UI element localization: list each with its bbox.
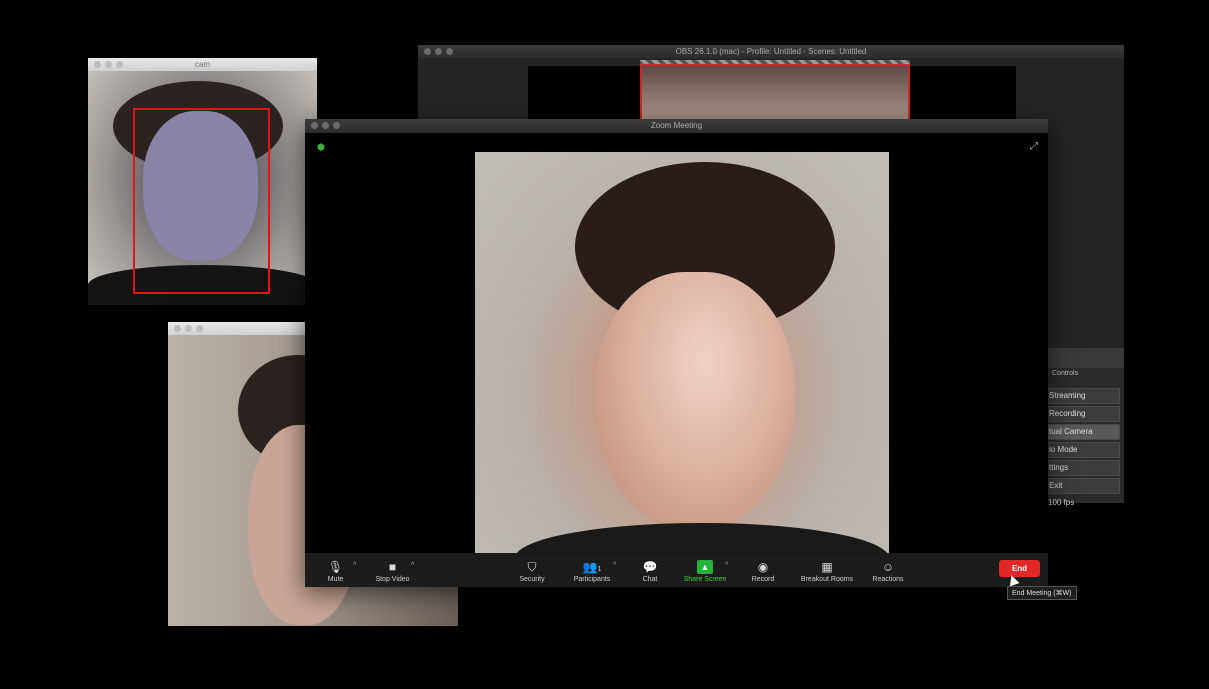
participants-button[interactable]: 👥1 Participants [567, 560, 617, 583]
meeting-toolbar: 🎙 Mute ^ ■ Stop Video ^ ⛉ Security 👥1 Pa… [305, 553, 1048, 587]
security-label: Security [519, 576, 545, 583]
zoom-title: Zoom Meeting [650, 121, 703, 130]
obs-titlebar: OBS 26.1.0 (mac) - Profile: Untitled - S… [418, 45, 1124, 58]
generated-zoom-button[interactable] [196, 325, 203, 332]
chat-button[interactable]: 💬 Chat [639, 560, 661, 583]
generated-minimize-button[interactable] [185, 325, 192, 332]
share-screen-button[interactable]: ▲ Share Screen [679, 560, 731, 583]
participants-caret-icon[interactable]: ^ [613, 562, 616, 569]
obs-start-recording-button[interactable]: Recording [1046, 406, 1120, 422]
security-button[interactable]: ⛉ Security [515, 560, 549, 583]
cam-feed [88, 71, 317, 305]
video-face-shape [595, 272, 795, 532]
reactions-label: Reactions [872, 576, 904, 583]
cam-zoom-button[interactable] [116, 61, 123, 68]
record-icon: ◉ [757, 560, 769, 574]
obs-close-button[interactable] [424, 48, 431, 55]
obs-selected-source[interactable] [640, 64, 910, 124]
obs-fps-readout: 100 fps [1048, 498, 1075, 507]
stop-video-label: Stop Video [375, 576, 410, 583]
video-options-caret-icon[interactable]: ^ [411, 562, 414, 569]
video-shirt-shape [515, 523, 889, 553]
obs-minimize-button[interactable] [435, 48, 442, 55]
obs-virtual-camera-button[interactable]: tual Camera [1046, 424, 1120, 440]
cam-title: cam [194, 60, 211, 69]
share-screen-icon: ▲ [697, 560, 713, 574]
generated-close-button[interactable] [174, 325, 181, 332]
obs-exit-button[interactable]: Exit [1046, 478, 1120, 494]
face-detection-box [133, 108, 270, 294]
participants-icon: 👥1 [582, 560, 602, 574]
shield-icon: ⛉ [527, 560, 537, 574]
obs-start-streaming-button[interactable]: Streaming [1046, 388, 1120, 404]
breakout-rooms-label: Breakout Rooms [800, 576, 854, 583]
microphone-icon: 🎙 [327, 560, 344, 574]
zoom-minimize-button[interactable] [322, 122, 329, 129]
participants-count: 1 [597, 566, 602, 573]
chat-label: Chat [642, 576, 658, 583]
share-screen-caret-icon[interactable]: ^ [725, 562, 728, 569]
reactions-smiley-icon: ☺ [881, 560, 895, 574]
stop-video-button[interactable]: ■ Stop Video [370, 560, 415, 583]
audio-options-caret-icon[interactable]: ^ [353, 562, 356, 569]
record-label: Record [751, 576, 775, 583]
mute-label: Mute [327, 576, 344, 583]
cam-titlebar: cam [88, 58, 317, 71]
encryption-shield-icon[interactable]: ⬢ [317, 142, 327, 152]
reactions-button[interactable]: ☺ Reactions [868, 560, 908, 583]
zoom-close-button[interactable] [311, 122, 318, 129]
expand-icon[interactable]: ⤢ [1030, 141, 1038, 152]
obs-title: OBS 26.1.0 (mac) - Profile: Untitled - S… [675, 47, 867, 56]
participants-label: Participants [573, 576, 611, 583]
obs-settings-button[interactable]: ttings [1046, 460, 1120, 476]
zoom-fullscreen-button[interactable] [333, 122, 340, 129]
end-meeting-tooltip: End Meeting (⌘W) [1007, 586, 1077, 600]
obs-controls-label: Controls [1052, 370, 1079, 377]
record-button[interactable]: ◉ Record [749, 560, 777, 583]
main-video-feed [475, 152, 889, 553]
zoom-titlebar: Zoom Meeting [305, 119, 1048, 133]
video-camera-icon: ■ [388, 560, 397, 574]
cam-window: cam [88, 58, 317, 305]
breakout-rooms-icon: ▦ [821, 560, 833, 574]
breakout-rooms-button[interactable]: ▦ Breakout Rooms [795, 560, 859, 583]
end-meeting-button[interactable]: End [999, 560, 1040, 577]
obs-controls-panel: Controls Streaming Recording tual Camera… [1046, 348, 1124, 507]
mute-button[interactable]: 🎙 Mute [323, 560, 348, 583]
obs-controls-header [1046, 348, 1124, 368]
cam-minimize-button[interactable] [105, 61, 112, 68]
zoom-meeting-window: Zoom Meeting ⬢ ⤢ 🎙 Mute ^ ■ Stop Video ^… [305, 119, 1048, 587]
cam-close-button[interactable] [94, 61, 101, 68]
chat-bubble-icon: 💬 [642, 560, 658, 574]
obs-studio-mode-button[interactable]: io Mode [1046, 442, 1120, 458]
share-screen-label: Share Screen [683, 576, 727, 583]
obs-zoom-button[interactable] [446, 48, 453, 55]
